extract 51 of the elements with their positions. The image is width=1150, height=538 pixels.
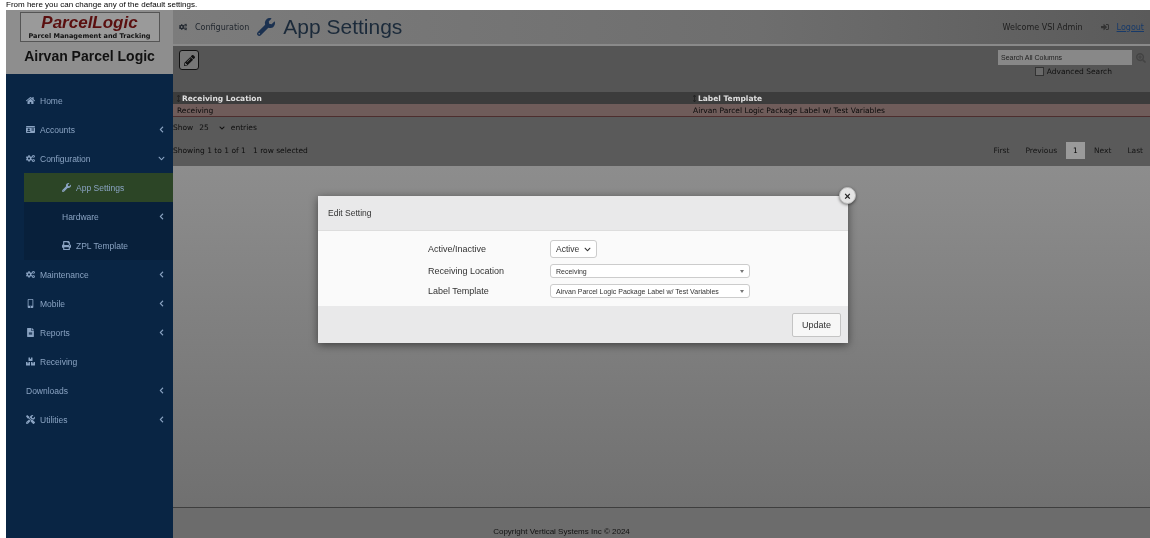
sidebar-item[interactable]: Maintenance bbox=[6, 260, 173, 289]
sidebar-item[interactable]: Downloads bbox=[6, 376, 173, 405]
chevron-down-icon bbox=[158, 155, 165, 162]
chevron-left-icon bbox=[158, 271, 165, 278]
sidebar-item[interactable]: Configuration bbox=[6, 144, 173, 173]
chevron-left-icon bbox=[158, 416, 165, 423]
printer-icon bbox=[62, 241, 71, 250]
chevron-down-icon bbox=[218, 124, 225, 131]
dropdown-arrow-icon bbox=[740, 289, 744, 293]
home-icon bbox=[26, 96, 35, 105]
wrench-icon bbox=[62, 183, 71, 192]
gears-icon bbox=[179, 23, 187, 31]
gears-icon bbox=[26, 270, 35, 279]
sidebar-item[interactable]: Home bbox=[6, 86, 173, 115]
chevron-left-icon bbox=[158, 300, 165, 307]
dialog-title: Edit Setting bbox=[328, 208, 372, 218]
update-button[interactable]: Update bbox=[791, 312, 841, 337]
sidebar-item[interactable]: ZPL Template bbox=[24, 231, 173, 260]
sidebar-item[interactable]: Utilities bbox=[6, 405, 173, 434]
pencil-icon bbox=[183, 54, 195, 66]
sidebar-item[interactable]: Mobile bbox=[6, 289, 173, 318]
chevron-left-icon bbox=[158, 213, 165, 220]
sidebar-item[interactable]: Hardware bbox=[24, 202, 173, 231]
caption-text: From here you can change any of the default settings. bbox=[5, 0, 199, 10]
chevron-down-icon bbox=[584, 245, 591, 253]
sign-in-icon bbox=[1100, 23, 1109, 31]
app-name: Airvan Parcel Logic bbox=[24, 48, 155, 64]
document-icon bbox=[26, 328, 35, 337]
tools-icon bbox=[26, 415, 35, 424]
edit-button[interactable] bbox=[179, 50, 199, 70]
boxes-icon bbox=[26, 357, 35, 366]
select-field[interactable]: Active bbox=[550, 240, 597, 258]
chevron-left-icon bbox=[158, 126, 165, 133]
chevron-left-icon bbox=[158, 387, 165, 394]
sidebar-item[interactable]: App Settings bbox=[24, 173, 173, 202]
card-icon bbox=[26, 125, 35, 134]
page-title: App Settings bbox=[283, 15, 404, 39]
welcome-text: Welcome VSI Admin bbox=[1002, 22, 1083, 32]
field-label: Label Template bbox=[428, 286, 490, 296]
gears-icon bbox=[26, 154, 35, 163]
copyright-text: Copyright Vertical Systems Inc © 2024 bbox=[493, 527, 630, 538]
field-label: Active/Inactive bbox=[428, 244, 488, 254]
wrench-icon bbox=[257, 18, 276, 36]
sidebar-item[interactable]: Accounts bbox=[6, 115, 173, 144]
field-label: Receiving Location bbox=[428, 266, 506, 276]
breadcrumb-link[interactable]: Configuration bbox=[195, 22, 250, 32]
phone-icon bbox=[26, 299, 35, 308]
sidebar-item[interactable]: Reports bbox=[6, 318, 173, 347]
dropdown-arrow-icon bbox=[740, 269, 744, 273]
sidebar-item[interactable]: Receiving bbox=[6, 347, 173, 376]
chevron-left-icon bbox=[158, 329, 165, 336]
